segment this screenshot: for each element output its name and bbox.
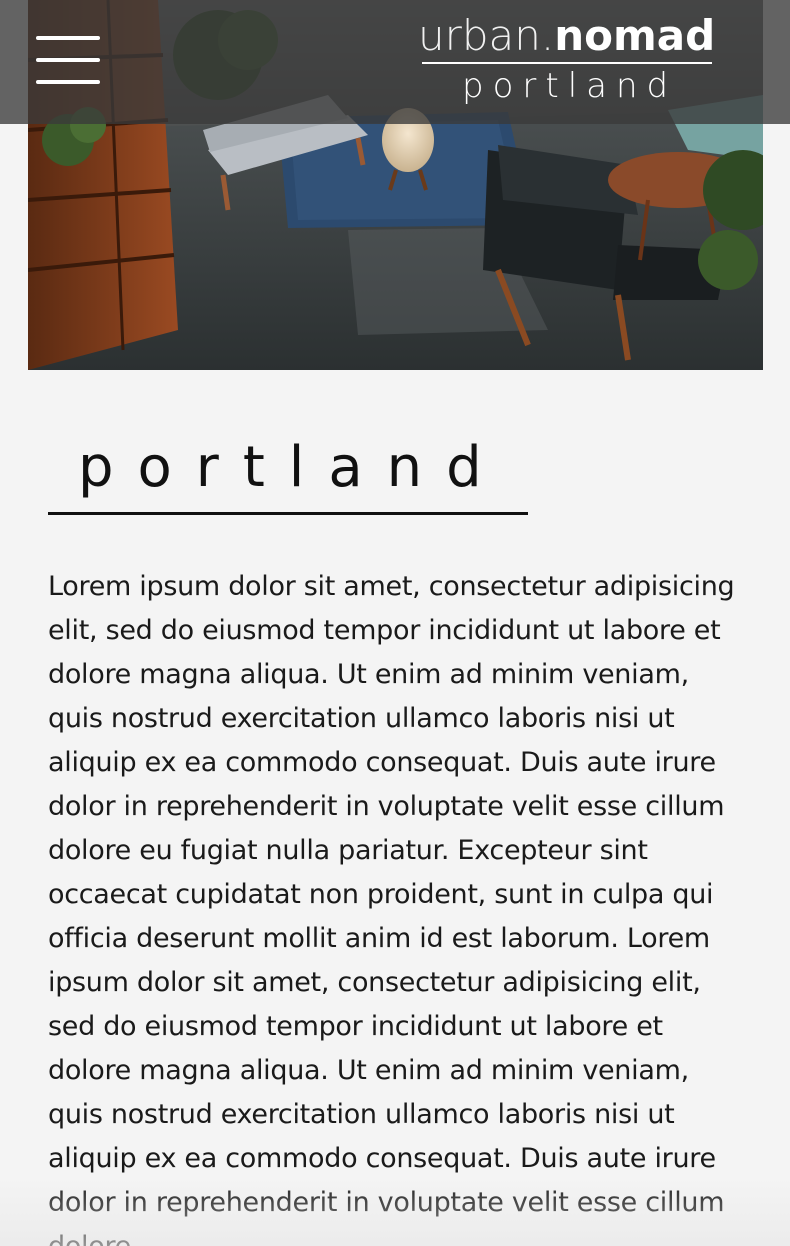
brand-thin: urban.: [418, 11, 555, 60]
brand-divider: [422, 62, 712, 64]
brand-logo[interactable]: urban.nomad portland: [410, 10, 730, 110]
page-title: portland: [78, 435, 506, 500]
brand-bold: nomad: [554, 11, 716, 60]
menu-bar: [36, 36, 100, 40]
site-header: urban.nomad portland: [0, 0, 790, 124]
menu-bar: [36, 58, 100, 62]
brand-city: portland: [462, 66, 678, 106]
page: urban.nomad portland portland Lorem ipsu…: [0, 0, 790, 1246]
brand-wordmark: urban.nomad: [418, 12, 715, 60]
body-paragraph: Lorem ipsum dolor sit amet, consectetur …: [48, 571, 735, 1246]
title-divider: [48, 512, 528, 515]
hamburger-menu-icon[interactable]: [36, 36, 100, 86]
menu-bar: [36, 80, 100, 84]
